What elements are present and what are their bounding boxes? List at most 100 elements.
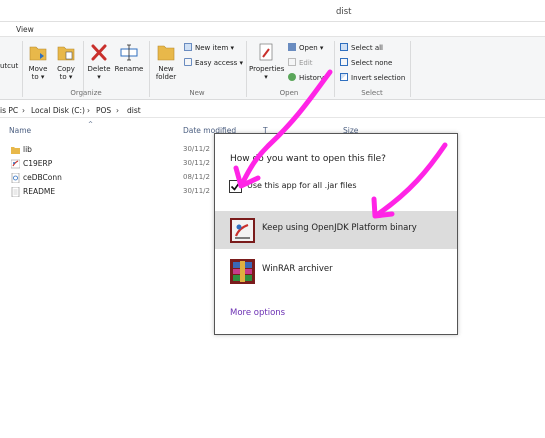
open-icon [288,43,296,51]
divider [410,41,411,97]
copy-to-icon [57,46,75,61]
properties-button[interactable]: Properties ▾ [249,41,285,81]
winrar-icon [230,259,255,284]
file-date: 30/11/2 [183,145,210,153]
title-bar: dist [0,0,545,22]
copy-to-label: Copy [57,65,75,73]
breadcrumb-pos[interactable]: POS [96,106,111,115]
app-option-label: WinRAR archiver [262,264,333,274]
list-item[interactable]: README 30/11/2 [0,185,214,199]
list-item[interactable]: C19ERP 30/11/2 [0,157,214,171]
new-item-icon [184,43,192,51]
history-icon [288,73,296,81]
group-open-label: Open [279,89,299,97]
open-button[interactable]: Open ▾ [288,43,323,53]
breadcrumb-separator: › [22,106,25,115]
select-all-icon [340,43,348,51]
new-item-button[interactable]: New item ▾ [184,43,234,53]
history-label: History [299,74,324,82]
easy-access-icon [184,58,192,66]
file-date: 30/11/2 [183,187,210,195]
ribbon-tab-strip: View [0,22,545,36]
open-label: Open ▾ [299,44,324,52]
file-name: C19ERP [23,159,53,168]
new-item-label: New item ▾ [195,44,235,52]
invert-selection-icon [340,73,348,81]
always-use-label[interactable]: Use this app for all .jar files [247,181,357,190]
list-item[interactable]: lib 30/11/2 [0,143,214,157]
breadcrumb[interactable]: is PC › Local Disk (C:) › POS › dist [0,103,545,118]
delete-icon [91,44,107,61]
file-name: README [23,187,56,196]
more-options-link[interactable]: More options [230,308,285,318]
new-folder-label: New [158,65,174,73]
move-to-arrow: to ▾ [31,73,45,81]
text-file-icon [11,187,20,197]
easy-access-button[interactable]: Easy access ▾ [184,58,243,68]
always-use-checkbox[interactable] [229,180,242,193]
file-icon [11,173,20,183]
select-none-button[interactable]: Select none [340,58,392,68]
java-icon [230,218,255,243]
edit-label: Edit [299,59,313,67]
delete-button[interactable]: Delete ▾ [86,41,112,81]
group-new-label: New [189,89,205,97]
breadcrumb-this-pc[interactable]: is PC [0,106,18,115]
rename-button[interactable]: Rename [114,41,144,73]
new-folder-button[interactable]: New folder [152,41,180,81]
select-all-button[interactable]: Select all [340,43,383,53]
cut-button[interactable]: utcut [0,62,19,70]
divider [149,41,150,97]
edit-button[interactable]: Edit [288,58,313,68]
file-name: ceDBConn [23,173,62,182]
select-none-icon [340,58,348,66]
sort-up-icon: ^ [88,121,94,128]
breadcrumb-local-disk[interactable]: Local Disk (C:) [31,106,85,115]
window-title: dist [336,7,352,17]
breadcrumb-separator: › [87,106,90,115]
folder-icon [11,147,20,154]
jar-icon [11,159,20,169]
dialog-question: How do you want to open this file? [230,154,386,164]
invert-selection-label: Invert selection [351,74,406,82]
open-with-dialog: How do you want to open this file? Use t… [214,133,458,335]
divider [334,41,335,97]
move-to-icon [29,46,47,61]
easy-access-label: Easy access ▾ [195,59,244,67]
new-folder-icon [157,45,175,61]
history-button[interactable]: History [288,73,324,83]
properties-label: Properties [249,65,285,73]
copy-to-arrow: to ▾ [59,73,73,81]
cut-label: utcut [0,62,19,70]
list-item[interactable]: ceDBConn 08/11/2 [0,171,214,185]
column-name[interactable]: Name [9,126,31,135]
properties-arrow: ▾ [264,73,268,81]
invert-selection-button[interactable]: Invert selection [340,73,405,83]
breadcrumb-dist[interactable]: dist [127,106,141,115]
file-name: lib [23,145,32,154]
select-all-label: Select all [351,44,383,52]
rename-icon [120,44,138,61]
app-option-openjdk[interactable]: Keep using OpenJDK Platform binary [215,211,457,249]
new-folder-label-2: folder [155,73,177,81]
copy-to-button[interactable]: Copy to ▾ [54,41,78,81]
file-date: 08/11/2 [183,173,210,181]
rename-label: Rename [114,65,144,73]
app-option-label: Keep using OpenJDK Platform binary [262,223,417,233]
move-to-label: Move [28,65,48,73]
group-organize-label: Organize [70,89,102,97]
edit-icon [288,58,296,66]
divider [22,41,23,97]
properties-icon [259,43,273,61]
divider [246,41,247,97]
delete-label: Delete [87,65,111,73]
breadcrumb-separator: › [116,106,119,115]
checkmark-icon [230,182,241,191]
move-to-button[interactable]: Move to ▾ [26,41,50,81]
app-option-winrar[interactable]: WinRAR archiver [215,252,457,290]
ribbon: utcut Move to ▾ Copy to ▾ Delete ▾ Renam… [0,36,545,100]
select-none-label: Select none [351,59,393,67]
file-date: 30/11/2 [183,159,210,167]
group-select-label: Select [361,89,383,97]
tab-view[interactable]: View [16,25,34,34]
